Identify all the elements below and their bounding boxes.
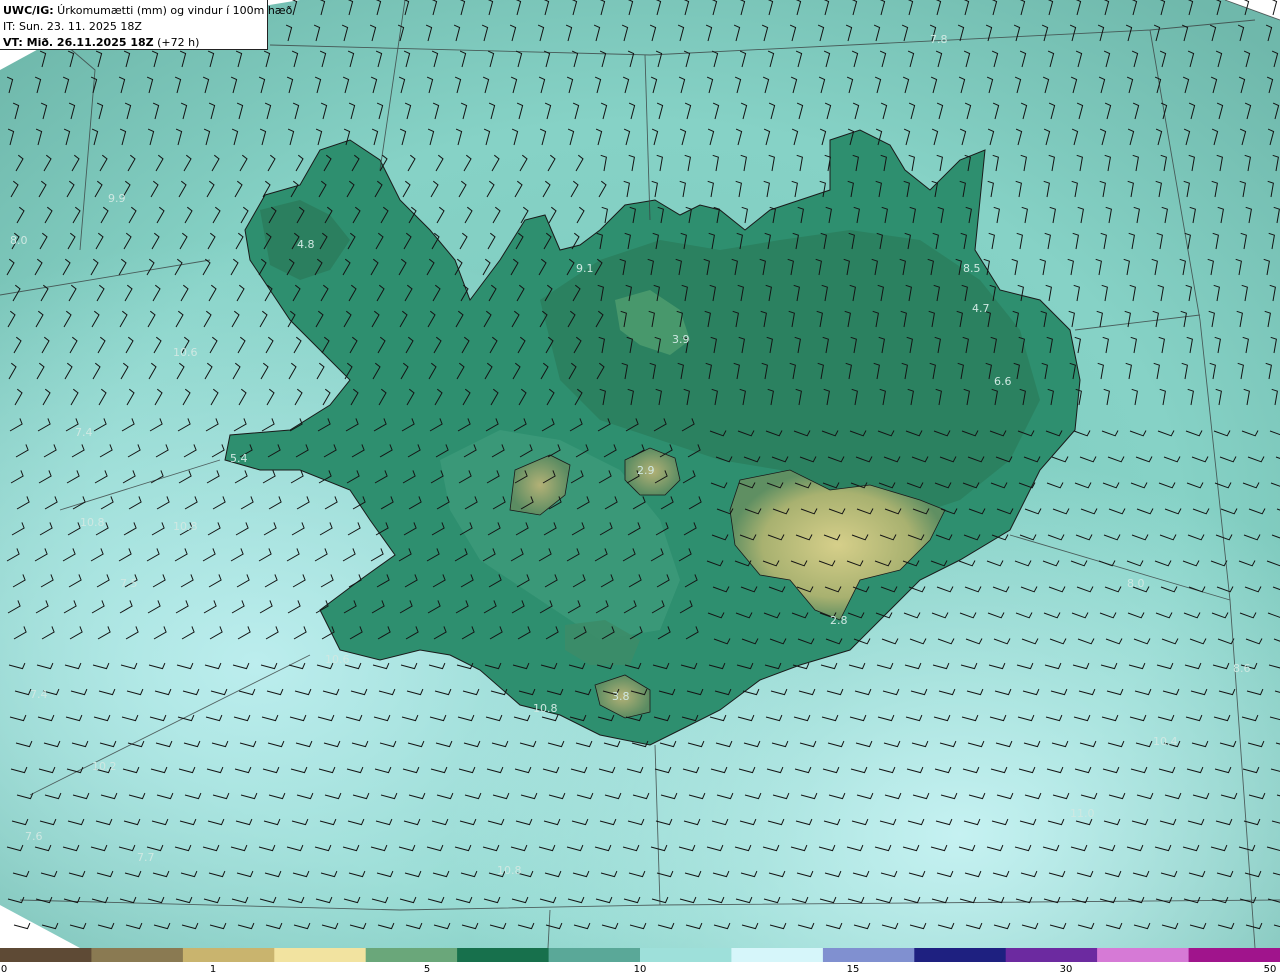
value-label: 8.0 bbox=[1127, 577, 1145, 590]
value-label: 7.4 bbox=[75, 426, 93, 439]
value-label: 7.5 bbox=[120, 577, 138, 590]
colorbar-tick-1: 1 bbox=[209, 964, 217, 975]
value-label: 10.8 bbox=[80, 516, 105, 529]
colorbar-segment bbox=[914, 948, 1007, 962]
value-label: 7.6 bbox=[25, 830, 43, 843]
value-label: 11.0 bbox=[1070, 807, 1095, 820]
colorbar-tick-30: 30 bbox=[1059, 964, 1073, 975]
colorbar bbox=[0, 948, 1280, 962]
lead-time: (+72 h) bbox=[153, 36, 200, 49]
colorbar-segment bbox=[0, 948, 92, 962]
value-label: 10.4 bbox=[1153, 735, 1178, 748]
colorbar-segment bbox=[365, 948, 458, 962]
colorbar-segment bbox=[457, 948, 550, 962]
value-label: 2.9 bbox=[637, 464, 655, 477]
value-label: 5.4 bbox=[230, 452, 248, 465]
colorbar-segment bbox=[548, 948, 641, 962]
colorbar-segment bbox=[1097, 948, 1190, 962]
value-label: 9.9 bbox=[108, 192, 126, 205]
value-label: 10.8 bbox=[173, 520, 198, 533]
colorbar-tick-15: 15 bbox=[846, 964, 860, 975]
value-label: 7.7 bbox=[137, 851, 155, 864]
colorbar-segment bbox=[822, 948, 915, 962]
colorbar-segment bbox=[182, 948, 275, 962]
map-title: Úrkomumætti (mm) og vindur í 100m hæð bbox=[53, 4, 293, 17]
value-label: 4.8 bbox=[297, 238, 315, 251]
colorbar-segment bbox=[731, 948, 824, 962]
value-label: 6.6 bbox=[994, 375, 1012, 388]
colorbar-segment bbox=[91, 948, 184, 962]
model-id: UWC/IG: bbox=[3, 4, 54, 17]
colorbar-segment bbox=[640, 948, 732, 962]
value-label: 10.8 bbox=[533, 702, 558, 715]
map-header: UWC/IG: Úrkomumætti (mm) og vindur í 100… bbox=[0, 0, 292, 50]
value-label: 10.6 bbox=[325, 653, 350, 666]
colorbar-segment bbox=[274, 948, 367, 962]
value-label: 2.8 bbox=[830, 614, 848, 627]
value-label: 8.0 bbox=[10, 234, 28, 247]
valid-time: VT: Mið. 26.11.2025 18Z bbox=[3, 36, 154, 49]
value-label: 10.8 bbox=[497, 864, 522, 877]
value-label: 3.9 bbox=[672, 333, 690, 346]
value-label: 7.4 bbox=[30, 688, 48, 701]
colorbar-tick-50: 50 bbox=[1263, 964, 1277, 975]
colorbar-segment bbox=[1005, 948, 1098, 962]
colorbar-tick-0: 0 bbox=[0, 964, 8, 975]
value-label: 8.5 bbox=[963, 262, 981, 275]
value-label: 4.7 bbox=[972, 302, 990, 315]
colorbar-labels: 0 1 5 10 15 30 50 bbox=[0, 962, 1280, 978]
init-time: IT: Sun. 23. 11. 2025 18Z bbox=[3, 20, 142, 33]
value-label: 3.8 bbox=[612, 690, 630, 703]
value-label: 10.2 bbox=[92, 760, 117, 773]
value-label: 8.6 bbox=[1233, 662, 1251, 675]
precipitation-wind-map: 7.8 9.9 8.0 4.8 9.1 4.7 3.9 6.6 10.6 8.5 7.4 5.4 2.9… bbox=[0, 0, 1280, 978]
value-label: 7.8 bbox=[930, 33, 948, 46]
value-label: 9.1 bbox=[576, 262, 594, 275]
colorbar-tick-10: 10 bbox=[633, 964, 647, 975]
value-label: 10.6 bbox=[173, 346, 198, 359]
colorbar-tick-5: 5 bbox=[423, 964, 431, 975]
colorbar-segment bbox=[1188, 948, 1280, 962]
